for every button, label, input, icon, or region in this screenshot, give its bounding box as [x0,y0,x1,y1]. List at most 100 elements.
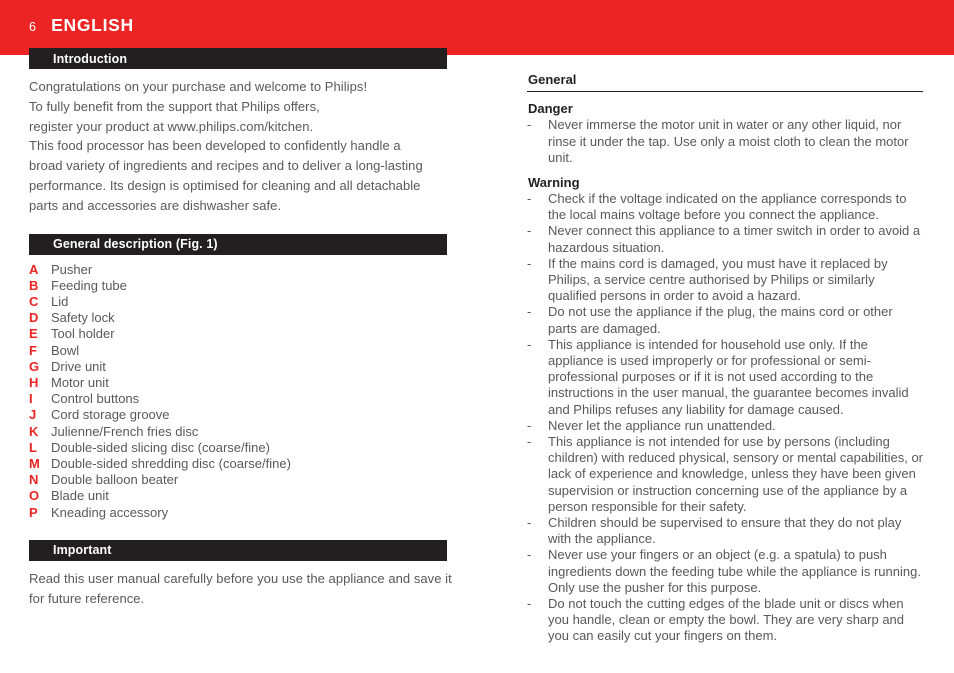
list-item-label: Double-sided shredding disc (coarse/fine… [51,456,291,472]
list-item: G Drive unit [29,359,448,375]
list-item-label: Cord storage groove [51,407,170,423]
introduction-line: register your product at www.philips.com… [29,118,314,134]
list-item: - Never immerse the motor unit in water … [527,117,923,166]
list-item-key: I [29,391,33,407]
list-item-label: Julienne/French fries disc [51,423,199,439]
list-item: - This appliance is not intended for use… [527,434,923,515]
bullet-dash-icon: - [527,117,532,133]
important-body: Read this user manual carefully before y… [29,569,452,609]
list-item: P Kneading accessory [29,505,448,521]
introduction-line: Congratulations on your purchase and wel… [29,79,368,94]
divider [527,91,923,93]
list-item-text: If the mains cord is damaged, you must h… [548,255,888,304]
list-item-label: Double-sided slicing disc (coarse/fine) [51,439,270,455]
list-item-label: Motor unit [51,375,109,390]
list-item: H Motor unit [29,375,448,391]
list-item-text: Never connect this appliance to a timer … [548,223,921,255]
list-item-key: A [29,261,39,277]
list-item-text: Never let the appliance run unattended. [548,417,776,433]
danger-heading: Danger [528,101,573,117]
section-bar-label-important: Important [53,543,112,558]
bullet-dash-icon: - [527,547,532,563]
list-item-key: H [29,375,39,390]
list-item: - Check if the voltage indicated on the … [527,191,923,223]
list-item-key: F [29,342,37,358]
right-column: General Danger - Never immerse the motor… [527,72,923,645]
list-item-label: Blade unit [51,488,109,504]
manual-page: 6 ENGLISH Introduction Congratulations o… [0,0,954,673]
list-item-key: E [29,326,38,342]
header-inner: 6 ENGLISH [29,15,134,36]
list-item-label: Safety lock [51,310,115,326]
warning-list: - Check if the voltage indicated on the … [527,191,923,645]
section-bar-general-description: General description (Fig. 1) [29,233,447,255]
list-item-text: Children should be supervised to ensure … [548,515,902,547]
warning-heading: Warning [528,175,580,190]
bullet-dash-icon: - [527,223,532,239]
list-item-label: Double balloon beater [51,472,179,488]
bullet-dash-icon: - [527,417,532,433]
list-item: - Do not touch the cutting edges of the … [527,596,923,645]
bullet-dash-icon: - [527,191,532,206]
list-item: E Tool holder [29,326,448,342]
list-item: - Never connect this appliance to a time… [527,223,923,255]
language-title: ENGLISH [51,15,134,35]
list-item-key: G [29,358,40,374]
list-item-text: Do not touch the cutting edges of the bl… [548,596,905,644]
list-item: - This appliance is intended for househo… [527,337,923,418]
list-item: L Double-sided slicing disc (coarse/fine… [29,440,448,456]
section-bar-label-general-description: General description (Fig. 1) [53,237,218,252]
list-item: - Children should be supervised to ensur… [527,515,923,547]
list-item: - Do not use the appliance if the plug, … [527,304,923,336]
bullet-dash-icon: - [527,434,532,450]
list-item-label: Bowl [51,342,80,358]
list-item-key: P [29,504,38,520]
list-item-text: Never use your fingers or an object (e.g… [548,547,921,595]
list-item-text: Never immerse the motor unit in water or… [548,117,909,165]
bullet-dash-icon: - [527,515,532,531]
list-item: N Double balloon beater [29,472,448,488]
introduction-line: performance. Its design is optimised for… [29,177,421,193]
introduction-line: parts and accessories are dishwasher saf… [29,197,282,213]
important-line: Read this user manual carefully before y… [29,570,452,586]
parts-list: A Pusher B Feeding tube C Lid D Safety l… [29,262,448,521]
list-item: - If the mains cord is damaged, you must… [527,256,923,305]
list-item: K Julienne/French fries disc [29,424,448,440]
section-bar-important: Important [29,539,447,561]
list-item: A Pusher [29,262,448,278]
list-item-key: C [29,293,39,309]
list-item: - Never let the appliance run unattended… [527,418,923,434]
introduction-line: broad variety of ingredients and recipes… [29,158,423,174]
list-item: J Cord storage groove [29,407,448,423]
list-item-label: Control buttons [51,391,140,407]
list-item: - Never use your fingers or an object (e… [527,547,923,596]
list-item-text: Check if the voltage indicated on the ap… [548,191,907,223]
header-band: 6 ENGLISH [0,0,954,55]
list-item: D Safety lock [29,310,448,326]
list-item: M Double-sided shredding disc (coarse/fi… [29,456,448,472]
list-item-key: L [29,439,37,455]
bullet-dash-icon: - [527,255,532,271]
list-item-text: Do not use the appliance if the plug, th… [548,304,893,336]
list-item: O Blade unit [29,488,448,504]
general-heading: General [528,72,577,87]
list-item-label: Feeding tube [51,277,127,293]
bullet-dash-icon: - [527,336,532,352]
introduction-body: Congratulations on your purchase and wel… [29,77,448,216]
list-item-text: This appliance is not intended for use b… [548,434,924,514]
bullet-dash-icon: - [527,596,532,612]
important-line: for future reference. [29,590,145,606]
list-item-key: M [29,456,40,472]
section-bar-label-introduction: Introduction [53,51,128,66]
left-column: Introduction Congratulations on your pur… [29,48,452,609]
list-item-key: N [29,472,39,488]
list-item-label: Tool holder [51,326,115,342]
list-item: C Lid [29,294,448,310]
list-item-key: B [29,277,39,293]
list-item-label: Pusher [51,261,93,277]
list-item-key: O [29,488,40,504]
introduction-line: To fully benefit from the support that P… [29,98,320,114]
bullet-dash-icon: - [527,304,532,320]
